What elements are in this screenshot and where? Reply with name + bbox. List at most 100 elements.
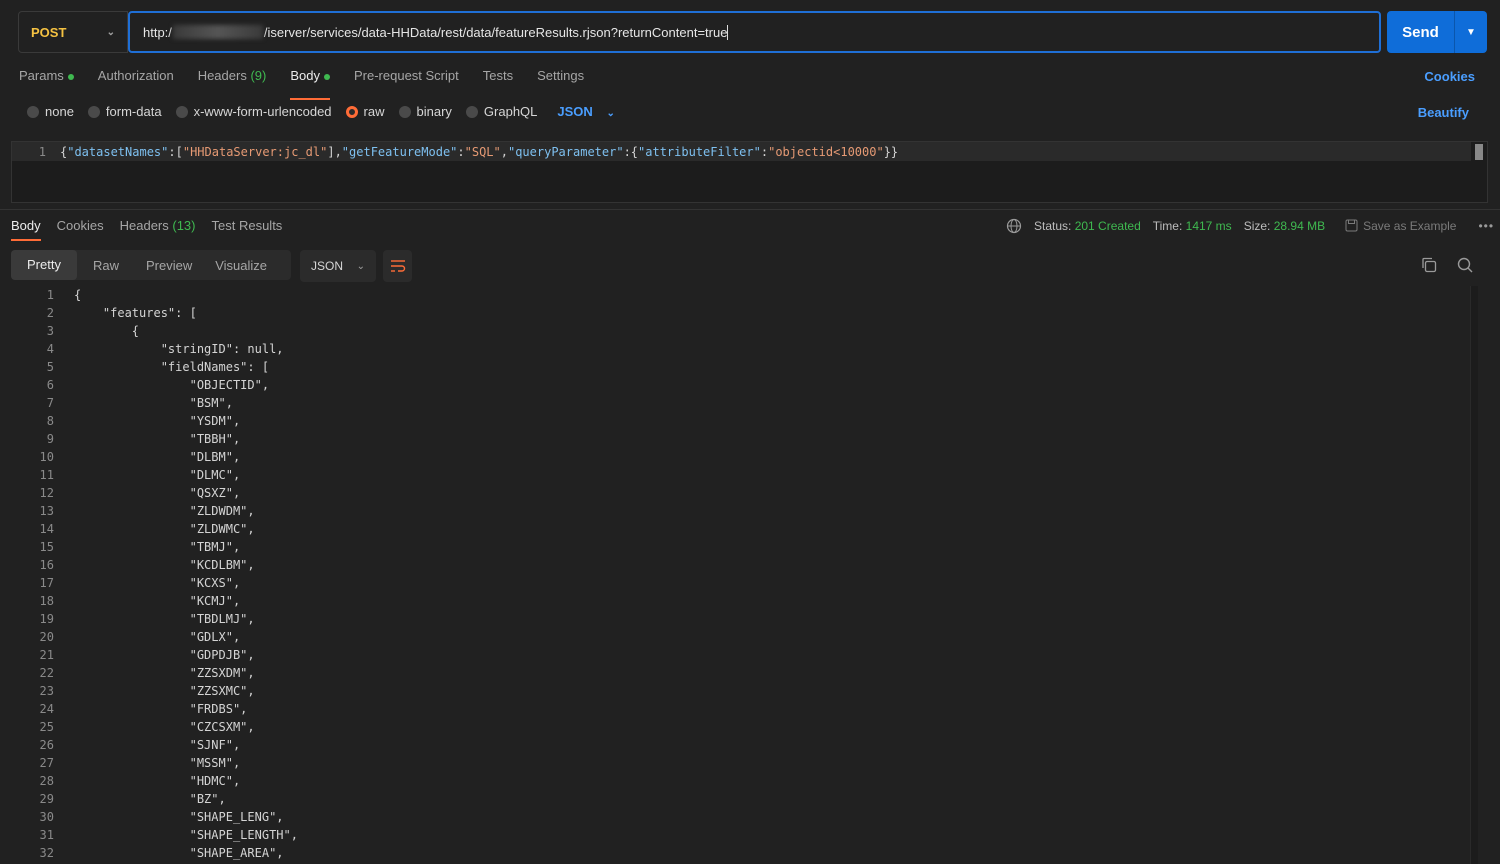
url-input[interactable]: http:/ /iserver/services/data-HHData/rest… [128, 11, 1381, 53]
code-text: "OBJECTID", [74, 378, 270, 392]
line-number: 11 [39, 468, 54, 482]
body-language-select[interactable]: JSON ⌄ [557, 104, 614, 119]
radio-circle [465, 105, 478, 118]
code-line: 12 "QSXZ", [0, 484, 1485, 502]
code-text: "MSSM", [74, 756, 241, 770]
code-line: 18 "KCMJ", [0, 592, 1485, 610]
radio-raw[interactable]: raw [345, 104, 385, 119]
code-line: 29 "BZ", [0, 790, 1485, 808]
radio-form-data[interactable]: form-data [87, 104, 162, 119]
view-tab-preview[interactable]: Preview [130, 258, 203, 273]
radio-circle [175, 105, 188, 118]
code-text: "CZCSXM", [74, 720, 255, 734]
save-as-example-button[interactable]: Save as Example [1345, 219, 1456, 233]
chevron-down-icon: ⌄ [606, 108, 615, 119]
line-number: 27 [39, 756, 54, 770]
code-line: 14 "ZLDWMC", [0, 520, 1485, 538]
code-text: "TBMJ", [74, 540, 241, 554]
view-tab-raw[interactable]: Raw [77, 258, 130, 273]
line-number: 7 [46, 396, 54, 410]
tab-prerequest-script[interactable]: Pre-request Script [354, 68, 459, 94]
wrap-lines-button[interactable] [383, 250, 412, 282]
method-select[interactable]: POST ⌄ [18, 11, 128, 53]
radio-graphql[interactable]: GraphQL [465, 104, 537, 119]
code-text: "ZZSXDM", [74, 666, 255, 680]
time-label: Time: [1152, 219, 1183, 233]
code-token: }} [883, 144, 899, 159]
radio-circle-selected [345, 105, 358, 118]
code-token: "attributeFilter" [638, 144, 761, 159]
line-number: 28 [39, 774, 54, 788]
copy-icon[interactable] [1420, 256, 1438, 274]
line-number: 8 [46, 414, 54, 428]
line-number: 21 [39, 648, 54, 662]
response-body-viewer[interactable]: 1{2 "features": [3 {4 "stringID": null, 5… [0, 286, 1485, 864]
code-text: "QSXZ", [74, 486, 241, 500]
code-text: "DLBM", [74, 450, 241, 464]
status-info[interactable]: Status: 201 Created [1034, 219, 1141, 233]
tab-authorization[interactable]: Authorization [98, 68, 174, 94]
code-line: 23 "ZZSXMC", [0, 682, 1485, 700]
response-tab-body[interactable]: Body [11, 218, 41, 241]
pane-divider[interactable] [0, 209, 1500, 210]
editor-scrollbar[interactable] [1475, 144, 1483, 160]
radio-none[interactable]: none [27, 104, 74, 119]
code-line: 28 "HDMC", [0, 772, 1485, 790]
code-line: 8 "YSDM", [0, 412, 1485, 430]
view-tab-visualize[interactable]: Visualize [203, 258, 278, 273]
line-number: 23 [39, 684, 54, 698]
code-line: 21 "GDPDJB", [0, 646, 1485, 664]
code-token: : [760, 144, 769, 159]
cookies-link[interactable]: Cookies [1424, 69, 1475, 84]
code-line: 7 "BSM", [0, 394, 1485, 412]
globe-icon[interactable] [1006, 218, 1022, 234]
request-body-editor[interactable]: 1 {"datasetNames":["HHDataServer:jc_dl"]… [11, 141, 1488, 203]
line-number: 30 [39, 810, 54, 824]
size-info[interactable]: Size: 28.94 MB [1244, 219, 1325, 233]
response-format-label: JSON [311, 259, 344, 273]
code-text: "features": [ [74, 306, 197, 320]
code-text: "SHAPE_AREA", [74, 846, 284, 860]
line-number: 16 [39, 558, 54, 572]
code-text: { [74, 324, 140, 338]
response-scrollbar[interactable] [1470, 286, 1478, 864]
response-tab-cookies[interactable]: Cookies [57, 218, 104, 233]
code-token: "datasetNames" [67, 144, 169, 159]
line-number: 15 [39, 540, 54, 554]
tab-tests[interactable]: Tests [483, 68, 513, 94]
beautify-button[interactable]: Beautify [1418, 105, 1469, 120]
line-number: 14 [39, 522, 54, 536]
params-indicator-dot [67, 73, 74, 80]
code-text: "SHAPE_LENGTH", [74, 828, 298, 842]
response-tab-headers[interactable]: Headers (13) [120, 218, 196, 233]
code-text: { [74, 288, 82, 302]
view-tab-pretty[interactable]: Pretty [11, 250, 77, 280]
tab-body[interactable]: Body [290, 68, 330, 100]
search-icon[interactable] [1456, 256, 1474, 274]
code-line: 30 "SHAPE_LENG", [0, 808, 1485, 826]
send-options-chevron-icon[interactable]: ▼ [1455, 11, 1487, 53]
radio-urlencoded-label: x-www-form-urlencoded [193, 104, 332, 119]
code-token: "objectid<10000" [768, 144, 884, 159]
request-body-code[interactable]: {"datasetNames":["HHDataServer:jc_dl"],"… [60, 145, 898, 159]
code-token: "getFeatureMode" [341, 144, 458, 159]
radio-binary[interactable]: binary [398, 104, 452, 119]
response-tab-test-results[interactable]: Test Results [212, 218, 283, 233]
line-number: 20 [39, 630, 54, 644]
code-line: 13 "ZLDWDM", [0, 502, 1485, 520]
time-info[interactable]: Time: 1417 ms [1153, 219, 1232, 233]
response-format-select[interactable]: JSON ⌄ [300, 250, 376, 282]
line-number: 13 [39, 504, 54, 518]
radio-urlencoded[interactable]: x-www-form-urlencoded [175, 104, 332, 119]
code-line: 4 "stringID": null, [0, 340, 1485, 358]
send-button[interactable]: Send [1387, 11, 1455, 53]
code-line: 22 "ZZSXDM", [0, 664, 1485, 682]
line-number: 32 [39, 846, 54, 860]
line-number: 6 [46, 378, 54, 392]
tab-settings[interactable]: Settings [537, 68, 584, 94]
wrap-lines-icon [390, 260, 405, 272]
tab-headers[interactable]: Headers (9) [198, 68, 267, 94]
line-number: 2 [46, 306, 54, 320]
more-icon[interactable]: ••• [1478, 219, 1494, 233]
tab-params[interactable]: Params [19, 68, 74, 94]
